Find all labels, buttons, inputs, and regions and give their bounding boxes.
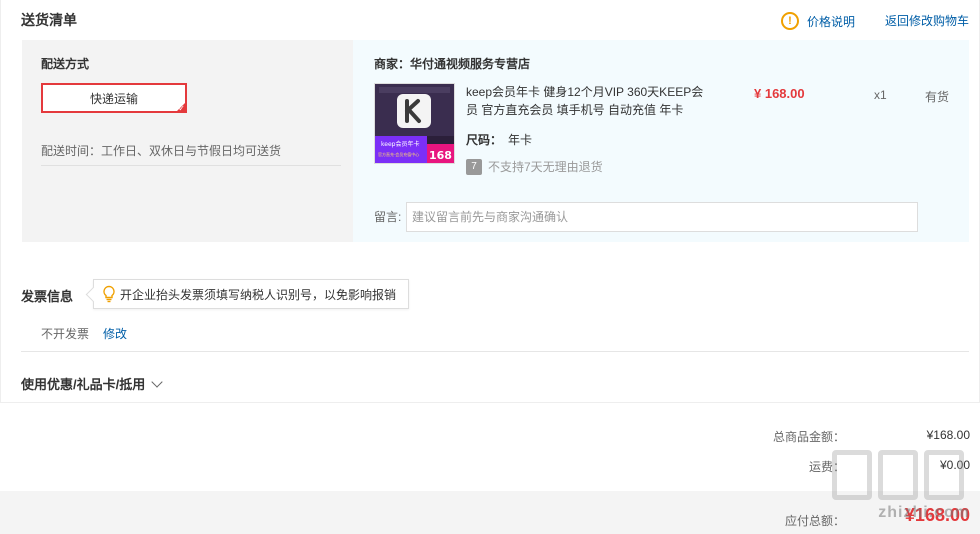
no-return-text: 不支持7天无理由退货 (488, 160, 603, 174)
product-price: ¥ 168.00 (754, 86, 805, 101)
product-quantity: x1 (874, 88, 887, 102)
thumb-badge-sub: 官方直充·会员充值中心 (378, 151, 419, 157)
invoice-tip-text: 开企业抬头发票须填写纳税人识别号，以免影响报销 (120, 287, 397, 302)
divider (21, 351, 969, 352)
lightbulb-icon (102, 285, 116, 303)
product-size: 尺码： 年卡 (466, 131, 532, 148)
payable-total-label: 应付总额： (784, 514, 845, 528)
goods-total-value: ¥168.00 (926, 428, 970, 442)
coupon-label: 使用优惠/礼品卡/抵用 (21, 377, 146, 392)
coupon-toggle[interactable]: 使用优惠/礼品卡/抵用 (21, 374, 163, 393)
message-label: 留言: (374, 210, 402, 224)
page-title: 送货清单 (21, 12, 77, 28)
invoice-value: 不开发票 (41, 327, 90, 341)
product-thumbnail[interactable]: keep会员年卡 官方直充·会员充值中心 168 (374, 83, 455, 164)
watermark-text: zhizhi.com (878, 504, 970, 521)
express-delivery-label: 快递运输 (89, 91, 138, 106)
invoice-edit-link[interactable]: 修改 (103, 325, 127, 342)
product-name-link[interactable]: keep会员年卡 健身12个月VIP 360天KEEP会员 官方直充会员 填手机… (466, 83, 706, 119)
delivery-method-title: 配送方式 (41, 57, 90, 71)
price-note-label: 价格说明 (807, 14, 856, 29)
keep-card-image: keep会员年卡 官方直充·会员充值中心 168 (375, 84, 454, 163)
seven-day-return-icon: 7 (466, 158, 482, 175)
thumb-price: 168 (429, 149, 452, 162)
watermark-logo (832, 450, 972, 502)
check-icon: ✓ (178, 104, 185, 113)
delivery-time: 配送时间：工作日、双休日与节假日均可送货 (41, 144, 282, 158)
chevron-down-icon (151, 375, 163, 388)
size-label: 尺码： (466, 133, 503, 147)
merchant-name: 商家：华付通视频服务专营店 (374, 57, 531, 71)
warning-icon: ! (781, 12, 799, 30)
back-to-cart-link[interactable]: 返回修改购物车 (885, 12, 969, 29)
size-value: 年卡 (508, 133, 533, 147)
thumb-badge-top: keep会员年卡 (381, 140, 419, 148)
divider (41, 165, 341, 166)
invoice-title: 发票信息 (21, 289, 74, 304)
price-note-link[interactable]: ! 价格说明 (781, 12, 855, 30)
goods-total-label: 总商品金额： (772, 430, 845, 444)
invoice-tooltip: 开企业抬头发票须填写纳税人识别号，以免影响报销 (93, 279, 410, 309)
express-delivery-option[interactable]: 快递运输 ✓ (41, 83, 187, 113)
stock-status: 有货 (925, 90, 950, 104)
no-return-notice: 7 不支持7天无理由退货 (466, 158, 603, 175)
message-input[interactable] (406, 202, 918, 232)
